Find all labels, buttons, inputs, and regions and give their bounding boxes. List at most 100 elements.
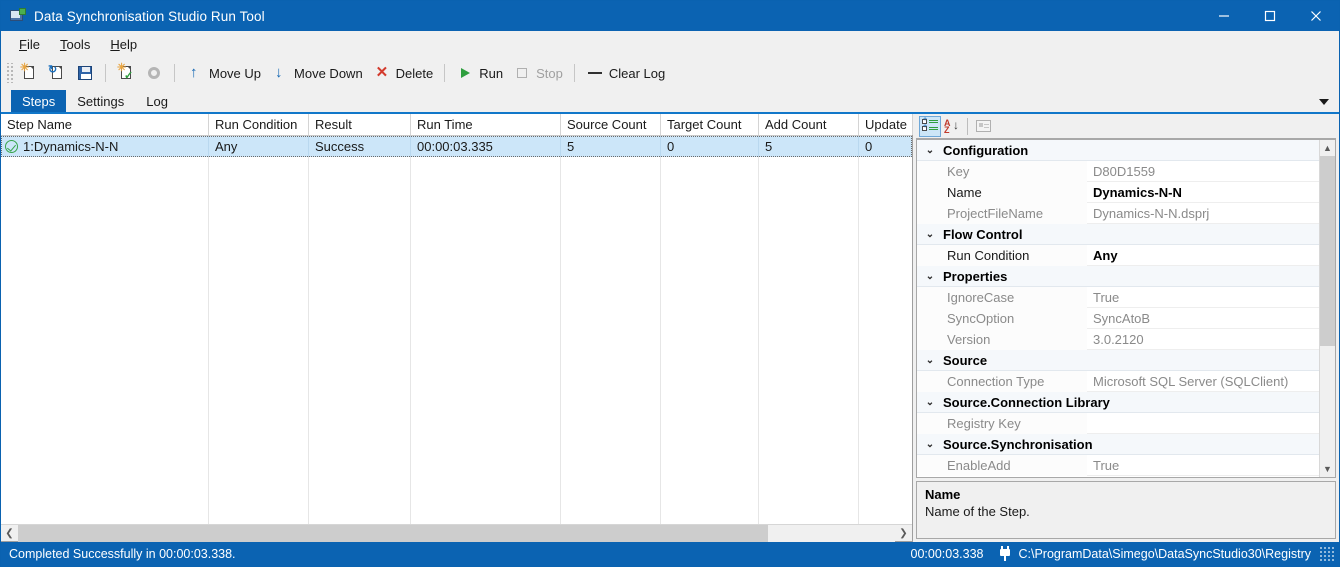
property-value[interactable]: Dynamics-N-N.dsprj (1087, 203, 1319, 224)
property-row[interactable]: Connection Type Microsoft SQL Server (SQL… (917, 370, 1319, 392)
menu-help[interactable]: Help (100, 34, 147, 56)
add-step-button[interactable]: ✳ ✓ (112, 61, 140, 85)
application-window: Data Synchronisation Studio Run Tool Fil… (0, 0, 1340, 567)
property-grid-panel: AZ↓ ⌄ConfigurationKeyD80D1559NameDynamic… (913, 114, 1339, 542)
column-header[interactable]: Add Count (759, 114, 859, 135)
chevron-down-icon[interactable]: ⌄ (917, 439, 943, 450)
column-header[interactable]: Run Condition (209, 114, 309, 135)
menu-help-label: elp (119, 36, 138, 52)
property-pages-button[interactable] (972, 116, 994, 137)
vscroll-track[interactable] (1320, 156, 1335, 461)
property-category[interactable]: ⌄ Source.Connection Library (917, 392, 1319, 413)
property-category[interactable]: ⌄ Source.Synchronisation (917, 434, 1319, 455)
title-bar: Data Synchronisation Studio Run Tool (1, 1, 1339, 31)
chevron-down-icon[interactable]: ⌄ (917, 397, 943, 408)
chevron-right-icon[interactable]: ❯ (895, 525, 912, 542)
property-value[interactable]: 3.0.2120 (1087, 329, 1319, 350)
property-value[interactable]: SyncAtoB (1087, 308, 1319, 329)
status-bar: Completed Successfully in 00:00:03.338. … (1, 542, 1339, 566)
property-value[interactable]: D80D1559 (1087, 161, 1319, 182)
chevron-down-icon[interactable]: ⌄ (917, 271, 943, 282)
chevron-down-icon[interactable]: ▼ (1320, 461, 1335, 477)
arrow-up-icon: ↑ (190, 64, 198, 81)
edit-step-button[interactable] (140, 61, 168, 85)
property-grid-vscrollbar[interactable]: ▲ ▼ (1319, 140, 1335, 477)
grid-column-line (661, 157, 759, 524)
alphabetical-sort-button[interactable]: A Z ↓ (941, 116, 963, 137)
column-header[interactable]: Target Count (661, 114, 759, 135)
property-row[interactable]: Registry Key (917, 412, 1319, 434)
minimize-button[interactable] (1201, 1, 1247, 31)
menu-bar: File Tools Help (1, 31, 1339, 58)
column-header[interactable]: Result (309, 114, 411, 135)
column-header[interactable]: Source Count (561, 114, 661, 135)
property-grid-toolbar: AZ↓ (916, 114, 1336, 139)
property-row[interactable]: ProjectFileName Dynamics-N-N.dsprj (917, 202, 1319, 224)
property-row[interactable]: SyncOption SyncAtoB (917, 307, 1319, 329)
property-value[interactable]: True (1087, 287, 1319, 308)
hscroll-thumb[interactable] (18, 524, 768, 542)
property-category[interactable]: ⌄ Properties (917, 266, 1319, 287)
menu-tools[interactable]: Tools (50, 34, 100, 56)
property-toolbar-separator (967, 117, 968, 135)
resize-grip-icon[interactable] (1319, 546, 1335, 562)
move-down-button[interactable]: ↓ Move Down (266, 61, 368, 85)
property-category[interactable]: ⌄ Source (917, 350, 1319, 371)
property-row[interactable]: Name Dynamics-N-N (917, 181, 1319, 203)
steps-grid-panel: Step Name Run Condition Result Run Time Sour… (1, 114, 913, 542)
grid-column-line (859, 157, 912, 524)
vscroll-thumb[interactable] (1320, 156, 1335, 346)
column-header[interactable]: Update (859, 114, 913, 135)
tab-steps[interactable]: Steps (11, 90, 67, 112)
property-name: EnableAdd (917, 454, 1087, 476)
close-button[interactable] (1293, 1, 1339, 31)
clear-log-button[interactable]: Clear Log (581, 61, 670, 85)
chevron-up-icon[interactable]: ▲ (1320, 140, 1335, 156)
property-row[interactable]: Key D80D1559 (917, 160, 1319, 182)
chevron-down-icon[interactable]: ⌄ (917, 355, 943, 366)
property-value[interactable] (1087, 413, 1319, 434)
property-row[interactable]: IgnoreCase True (917, 286, 1319, 308)
toolbar-grip[interactable] (5, 63, 13, 83)
hscroll-track[interactable] (18, 524, 895, 542)
chevron-left-icon[interactable]: ❮ (1, 525, 18, 542)
grid-column-line (1, 157, 209, 524)
tab-log[interactable]: Log (135, 90, 179, 112)
table-row[interactable]: 1:Dynamics-N-N Any Success 00:00:03.335 5 0 5 0 (1, 136, 912, 157)
menu-file[interactable]: File (9, 34, 50, 56)
new-project-button[interactable]: ✳ (15, 61, 43, 85)
steps-grid-hscrollbar[interactable]: ❮ ❯ (1, 524, 912, 542)
property-value[interactable]: Dynamics-N-N (1087, 182, 1319, 203)
column-header[interactable]: Run Time (411, 114, 561, 135)
property-value[interactable]: Microsoft SQL Server (SQLClient) (1087, 371, 1319, 392)
property-category[interactable]: ⌄ Configuration (917, 140, 1319, 161)
chevron-down-icon[interactable]: ⌄ (917, 229, 943, 240)
move-down-label: Move Down (294, 65, 363, 81)
step-name-label: 1:Dynamics-N-N (23, 139, 119, 154)
property-value[interactable]: True (1087, 455, 1319, 476)
chevron-down-icon[interactable] (1317, 95, 1331, 109)
delete-button[interactable]: ✕ Delete (368, 61, 439, 85)
property-row[interactable]: Run Condition Any (917, 244, 1319, 266)
close-x-icon: ✕ (375, 64, 389, 81)
column-header[interactable]: Step Name (1, 114, 209, 135)
grid-column-line (561, 157, 661, 524)
run-button[interactable]: Run (451, 61, 508, 85)
property-category[interactable]: ⌄ Flow Control (917, 224, 1319, 245)
move-up-button[interactable]: ↑ Move Up (181, 61, 266, 85)
property-row[interactable]: EnableAdd True (917, 454, 1319, 476)
stop-button[interactable]: Stop (508, 61, 568, 85)
property-value[interactable]: Any (1087, 245, 1319, 266)
open-project-button[interactable]: ↻ (43, 61, 71, 85)
property-row[interactable]: Version 3.0.2120 (917, 328, 1319, 350)
categorized-view-button[interactable] (919, 115, 941, 137)
save-project-button[interactable] (71, 61, 99, 85)
property-category-label: Configuration (943, 142, 1029, 158)
play-icon (456, 64, 474, 82)
maximize-button[interactable] (1247, 1, 1293, 31)
tab-settings[interactable]: Settings (66, 90, 135, 112)
property-description-title: Name (925, 487, 961, 502)
chevron-down-icon[interactable]: ⌄ (917, 145, 943, 156)
move-up-label: Move Up (209, 65, 262, 81)
delete-label: Delete (395, 65, 434, 81)
